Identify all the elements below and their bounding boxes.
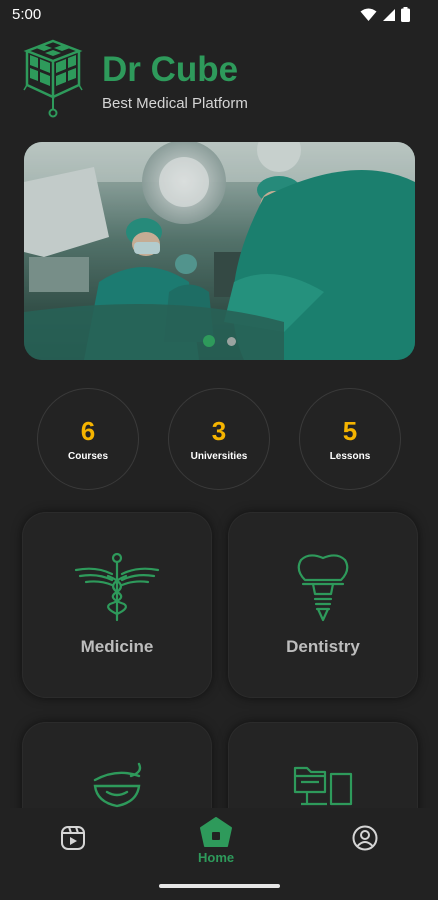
- caduceus-icon: [74, 552, 160, 622]
- surgeons-operating-room-photo: [24, 142, 415, 360]
- stat-universities[interactable]: 3 Universities: [168, 388, 270, 490]
- battery-icon: [401, 7, 410, 22]
- stat-value: 5: [342, 416, 358, 446]
- cube-logo-icon: [23, 39, 83, 118]
- app-subtitle: Best Medical Platform: [102, 95, 248, 112]
- category-label: Medicine: [80, 637, 154, 656]
- wifi-icon: [360, 8, 377, 21]
- tooth-implant-icon: [297, 554, 349, 622]
- stat-courses[interactable]: 6 Courses: [37, 388, 139, 490]
- category-card-medicine[interactable]: Medicine: [22, 512, 212, 698]
- folder-computer-icon: [293, 766, 353, 806]
- status-bar: 5:00: [0, 0, 438, 30]
- pharmacy-bowl-icon: [93, 762, 142, 808]
- home-icon: [200, 817, 233, 847]
- app-title: Dr Cube: [102, 50, 239, 89]
- carousel-dots: [24, 335, 415, 347]
- bottom-nav: Home: [0, 808, 438, 900]
- nav-label-home: Home: [198, 850, 235, 865]
- profile-icon: [352, 825, 378, 851]
- nav-item-home[interactable]: Home: [198, 816, 234, 865]
- signal-icon: [383, 8, 395, 21]
- carousel-dot[interactable]: [227, 336, 236, 346]
- carousel-dot-active[interactable]: [203, 335, 215, 347]
- stat-value: 3: [211, 416, 227, 446]
- stat-value: 6: [80, 416, 96, 446]
- nav-item-video[interactable]: [59, 824, 87, 852]
- category-card-dentistry[interactable]: Dentistry: [228, 512, 418, 698]
- stat-label: Lessons: [329, 451, 371, 462]
- status-time: 5:00: [12, 6, 42, 23]
- stat-label: Courses: [67, 451, 108, 462]
- gesture-home-indicator[interactable]: [159, 884, 280, 888]
- banner-carousel[interactable]: [24, 142, 415, 360]
- nav-item-profile[interactable]: [351, 824, 379, 852]
- stat-lessons[interactable]: 5 Lessons: [299, 388, 401, 490]
- category-label: Dentistry: [286, 637, 360, 656]
- video-icon: [61, 826, 85, 850]
- status-icons: [360, 7, 410, 22]
- app-header: Dr Cube Best Medical Platform: [22, 38, 422, 120]
- stats-row: 6 Courses 3 Universities 5 Lessons: [37, 388, 402, 490]
- stat-label: Universities: [190, 451, 248, 462]
